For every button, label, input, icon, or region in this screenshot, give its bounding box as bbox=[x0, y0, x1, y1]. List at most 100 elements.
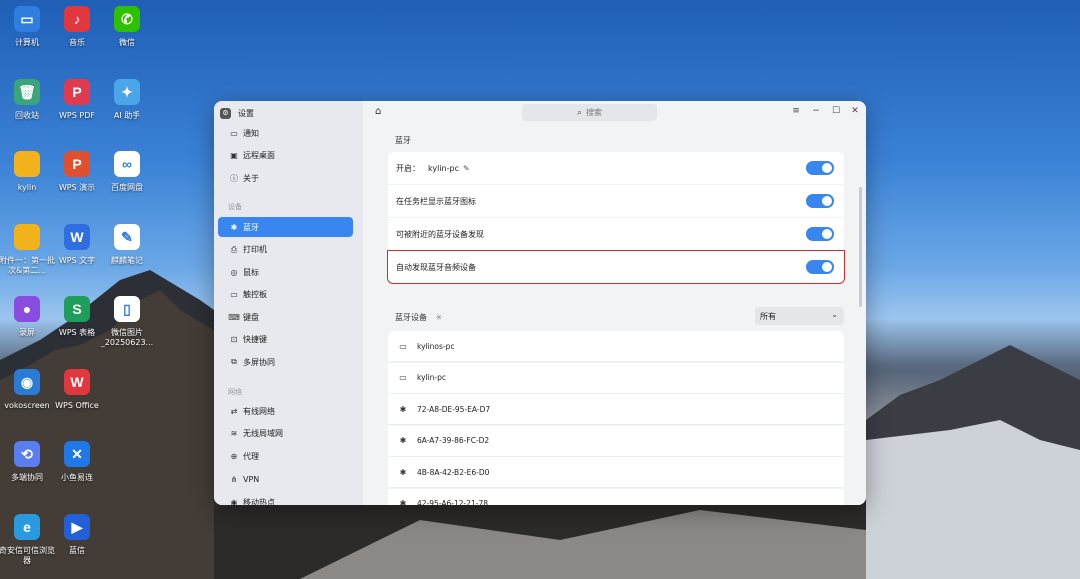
device-list-item[interactable]: ✱ 4B-8A-42-B2-E6-D0 bbox=[388, 457, 844, 488]
desktop-icon-label: WPS Office bbox=[55, 401, 99, 410]
scrollbar[interactable] bbox=[859, 187, 862, 307]
close-icon[interactable]: ✕ bbox=[849, 106, 861, 116]
sidebar-item[interactable]: ≋ 无线局域网 bbox=[218, 424, 353, 444]
mouse-icon: ◎ bbox=[230, 267, 238, 277]
setting-row-label: 自动发现蓝牙音频设备 bbox=[396, 262, 476, 272]
device-list-item[interactable]: ✱ 72-A8-DE-95-EA-D7 bbox=[388, 394, 844, 425]
edit-icon[interactable]: ✎ bbox=[463, 164, 470, 173]
notes-icon: ✎ bbox=[114, 224, 140, 250]
settings-sidebar: ⚙ 设置 ▭ 通知 ▣ 远程桌面 ⓘ 关于 设备 ✱ 蓝牙 ⎙ 打印机 ◎ 鼠标 ▭ 触控板 ⌨ 键盘 ⊡ 快捷键 ⧉… bbox=[214, 101, 363, 505]
device-name-label: 42-95-A6-12-21-78 bbox=[417, 499, 488, 505]
setting-toggle[interactable] bbox=[806, 194, 834, 208]
sidebar-item[interactable]: ◉ 移动热点 bbox=[218, 492, 353, 505]
desktop-icon-label: 微信 bbox=[119, 38, 135, 47]
sidebar-item[interactable]: ⇄ 有线网络 bbox=[218, 401, 353, 421]
desktop-icon[interactable]: ✎ 麒麟笔记 bbox=[97, 224, 157, 266]
sidebar-item-label: 通知 bbox=[243, 128, 259, 138]
bluetooth-section-title: 蓝牙 bbox=[395, 136, 411, 145]
notification-icon: ▭ bbox=[230, 128, 238, 138]
setting-toggle[interactable] bbox=[806, 227, 834, 241]
enable-label: 开启： bbox=[396, 163, 420, 173]
minimize-icon[interactable]: − bbox=[810, 106, 822, 116]
sidebar-item[interactable]: ⌨ 键盘 bbox=[218, 307, 353, 327]
sidebar-item[interactable]: ▣ 远程桌面 bbox=[218, 146, 353, 166]
desktop-icon[interactable]: ▶ 蓝信 bbox=[47, 514, 107, 556]
sidebar-category: 设备 bbox=[228, 203, 242, 211]
sidebar-item-label: 无线局域网 bbox=[243, 429, 283, 439]
device-list-item[interactable]: ✱ 42-95-A6-12-21-78 bbox=[388, 488, 844, 505]
app-title: 设置 bbox=[238, 108, 254, 118]
sidebar-item-label: 有线网络 bbox=[243, 406, 275, 416]
desktop-icon-label: AI 助手 bbox=[113, 111, 141, 120]
proxy-icon: ⊕ bbox=[230, 452, 238, 462]
desktop-icon[interactable]: ▯ 微信图片_20250623... bbox=[97, 296, 157, 348]
wps-writer-icon: W bbox=[64, 224, 90, 250]
home-icon[interactable]: ⌂ bbox=[375, 106, 381, 117]
vokoscreen-icon: ◉ bbox=[14, 369, 40, 395]
wechat-icon: ✆ bbox=[114, 6, 140, 32]
device-filter-select[interactable]: 所有 ⌄ bbox=[755, 307, 844, 325]
sidebar-item[interactable]: ⎙ 打印机 bbox=[218, 240, 353, 260]
setting-toggle[interactable] bbox=[806, 260, 834, 274]
device-name-label: 4B-8A-42-B2-E6-D0 bbox=[417, 467, 490, 477]
desktop-icon-label: 蓝信 bbox=[69, 546, 85, 555]
device-list-item[interactable]: ▭ kylin-pc bbox=[388, 362, 844, 394]
search-icon: ⌕ bbox=[576, 107, 583, 118]
sidebar-item-label: 移动热点 bbox=[243, 497, 275, 505]
search-input[interactable]: ⌕ 搜索 bbox=[522, 104, 657, 121]
bluetooth-icon: ✱ bbox=[399, 467, 407, 477]
music-icon: ♪ bbox=[64, 6, 90, 32]
setting-row: 自动发现蓝牙音频设备 bbox=[387, 250, 845, 284]
setting-row-label: 在任务栏显示蓝牙图标 bbox=[396, 196, 476, 206]
wps-office-icon: W bbox=[64, 369, 90, 395]
wifi-icon: ≋ bbox=[230, 429, 238, 439]
device-list-item[interactable]: ✱ 6A-A7-39-86-FC-D2 bbox=[388, 425, 844, 457]
sidebar-item[interactable]: ⧉ 多屏协同 bbox=[218, 352, 353, 372]
sidebar-item[interactable]: ◎ 鼠标 bbox=[218, 262, 353, 282]
devices-section-header: 蓝牙设备 ✳ bbox=[395, 312, 442, 323]
bluetooth-enable-row: 开启： kylin-pc ✎ bbox=[388, 152, 844, 184]
maximize-icon[interactable]: ☐ bbox=[830, 106, 842, 116]
wps-pdf-icon: P bbox=[64, 79, 90, 105]
folder-icon bbox=[14, 151, 40, 177]
device-name-label: kylinos-pc bbox=[417, 341, 455, 351]
menu-icon[interactable]: ≡ bbox=[790, 106, 802, 116]
computer-icon: ▭ bbox=[14, 6, 40, 32]
devices-section-title: 蓝牙设备 bbox=[395, 313, 427, 322]
sidebar-category: 网络 bbox=[228, 388, 242, 396]
bluetooth-icon: ✱ bbox=[399, 436, 407, 445]
device-name-label: 72-A8-DE-95-EA-D7 bbox=[417, 404, 491, 414]
ai-assistant-icon: ✦ bbox=[114, 79, 140, 105]
desktop-icon[interactable]: ✕ 小鱼易连 bbox=[47, 441, 107, 483]
filter-value: 所有 bbox=[760, 311, 776, 321]
sidebar-item[interactable]: ⊕ 代理 bbox=[218, 447, 353, 467]
sidebar-item[interactable]: ⋔ VPN bbox=[218, 469, 353, 489]
device-name: kylin-pc bbox=[428, 163, 459, 173]
desktop-icon-label: 麒麟笔记 bbox=[111, 256, 143, 265]
info-icon: ⓘ bbox=[230, 173, 238, 183]
bluetooth-enable-toggle[interactable] bbox=[806, 161, 834, 175]
multiscreen-icon: ⧉ bbox=[231, 357, 237, 366]
desktop-icon-label: 微信图片_20250623... bbox=[100, 328, 154, 347]
wired-network-icon: ⇄ bbox=[230, 406, 238, 416]
touchpad-icon: ▭ bbox=[230, 290, 238, 299]
sidebar-item[interactable]: ▭ 通知 bbox=[218, 123, 353, 143]
desktop-icon[interactable]: ∞ 百度网盘 bbox=[97, 151, 157, 193]
multi-device-icon: ⟲ bbox=[14, 441, 40, 467]
vpn-icon: ⋔ bbox=[230, 474, 238, 484]
monitor-icon: ▭ bbox=[399, 373, 407, 382]
desktop-icon[interactable]: ✆ 微信 bbox=[97, 6, 157, 48]
sidebar-item-label: 远程桌面 bbox=[243, 151, 275, 160]
sidebar-item[interactable]: ✱ 蓝牙 bbox=[218, 217, 353, 237]
sidebar-item-label: 打印机 bbox=[243, 245, 267, 254]
wps-sheet-icon: S bbox=[64, 296, 90, 322]
bluetooth-icon: ✱ bbox=[230, 222, 238, 232]
sidebar-item[interactable]: ⊡ 快捷键 bbox=[218, 330, 353, 350]
remote-desktop-icon: ▣ bbox=[230, 151, 238, 160]
desktop-icon[interactable]: ✦ AI 助手 bbox=[97, 79, 157, 121]
device-list-item[interactable]: ▭ kylinos-pc bbox=[388, 331, 844, 362]
desktop-icon[interactable]: W WPS Office bbox=[47, 369, 107, 411]
sidebar-item[interactable]: ▭ 触控板 bbox=[218, 285, 353, 305]
wps-presentation-icon: P bbox=[64, 151, 90, 177]
sidebar-item[interactable]: ⓘ 关于 bbox=[218, 168, 353, 188]
